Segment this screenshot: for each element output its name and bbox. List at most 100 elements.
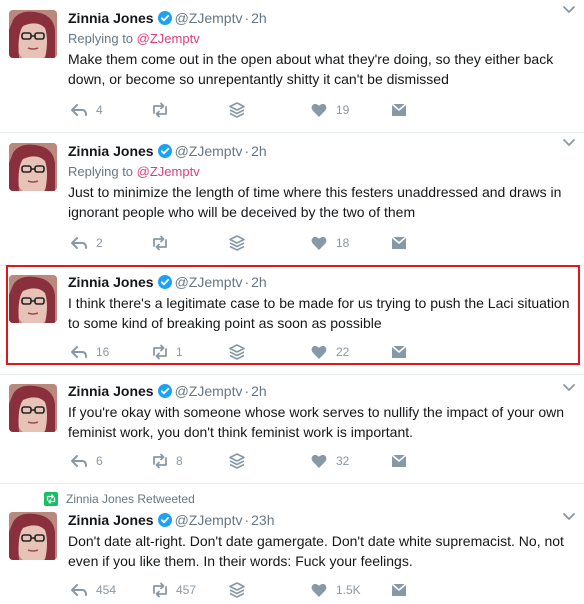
tweet-2[interactable]: Zinnia Jones @ZJemptv · 2h I think there's … [0, 266, 584, 375]
reply-count: 4 [96, 103, 103, 117]
envelope-icon [391, 345, 407, 359]
reply-button[interactable]: 454 [70, 580, 116, 600]
timestamp[interactable]: 23h [251, 512, 274, 528]
reply-button[interactable]: 16 [70, 342, 109, 362]
timestamp[interactable]: 2h [251, 383, 267, 399]
like-count: 19 [336, 103, 350, 117]
direct-message-button[interactable] [390, 342, 408, 362]
author-handle[interactable]: @ZJemptv [175, 143, 243, 159]
tweet-text: I think there's a legitimate case to be … [68, 295, 570, 331]
reply-button[interactable]: 6 [70, 451, 103, 471]
replying-to-link[interactable]: @ZJemptv [137, 164, 200, 179]
like-button[interactable]: 18 [310, 233, 349, 253]
verified-badge-icon [157, 275, 172, 289]
moments-button[interactable] [228, 342, 246, 362]
avatar[interactable] [9, 384, 57, 432]
verified-badge-icon [157, 513, 172, 527]
like-button[interactable]: 32 [310, 451, 349, 471]
author-handle[interactable]: @ZJemptv [175, 383, 243, 399]
direct-message-button[interactable] [390, 100, 408, 120]
retweet-button[interactable]: 8 [150, 451, 183, 471]
layers-icon [229, 453, 245, 469]
tweet-3[interactable]: Zinnia Jones @ZJemptv · 2h If you're okay w… [0, 375, 584, 484]
retweet-count: 1 [176, 345, 183, 359]
author-name[interactable]: Zinnia Jones [68, 143, 154, 159]
chevron-down-icon[interactable] [562, 3, 576, 17]
reply-icon [71, 104, 87, 116]
tweet-text: Don't date alt-right. Don't date gamerga… [68, 533, 564, 569]
like-button[interactable]: 22 [310, 342, 349, 362]
heart-icon [311, 454, 327, 468]
retweet-icon [153, 344, 167, 360]
retweet-icon [153, 235, 167, 251]
author-handle[interactable]: @ZJemptv [175, 512, 243, 528]
replying-to: Replying to @ZJemptv [68, 31, 576, 47]
avatar[interactable] [9, 10, 57, 58]
tweet-0[interactable]: Zinnia Jones @ZJemptv · 2h Replying to @ZJe… [0, 0, 584, 133]
verified-badge-icon [157, 144, 172, 158]
moments-button[interactable] [228, 580, 246, 600]
retweet-button[interactable]: 457 [150, 580, 196, 600]
retweet-count: 457 [176, 583, 197, 597]
direct-message-button[interactable] [390, 233, 408, 253]
direct-message-button[interactable] [390, 580, 408, 600]
direct-message-button[interactable] [390, 451, 408, 471]
layers-icon [229, 235, 245, 251]
envelope-icon [391, 103, 407, 117]
like-count: 18 [336, 236, 350, 250]
like-count: 1.5K [336, 583, 361, 597]
reply-count: 6 [96, 454, 103, 468]
avatar[interactable] [9, 512, 57, 560]
like-count: 22 [336, 345, 350, 359]
author-name[interactable]: Zinnia Jones [68, 383, 154, 399]
retweet-button[interactable] [150, 233, 176, 253]
tweet-4[interactable]: Zinnia Jones @ZJemptv · 23h Don't date alt-… [0, 484, 584, 604]
reply-button[interactable]: 4 [70, 100, 103, 120]
retweet-icon [153, 102, 167, 118]
like-button[interactable]: 1.5K [310, 580, 361, 600]
heart-icon [311, 345, 327, 359]
moments-button[interactable] [228, 233, 246, 253]
avatar[interactable] [9, 143, 57, 191]
separator-dot: · [244, 512, 250, 528]
reply-button[interactable]: 2 [70, 233, 103, 253]
author-handle[interactable]: @ZJemptv [175, 10, 243, 26]
timestamp[interactable]: 2h [251, 10, 267, 26]
retweet-button[interactable]: 1 [150, 342, 183, 362]
heart-icon [311, 583, 327, 597]
moments-button[interactable] [228, 100, 246, 120]
author-handle[interactable]: @ZJemptv [175, 274, 243, 290]
tweet-text: If you're okay with someone whose work s… [68, 404, 565, 440]
replying-to: Replying to @ZJemptv [68, 164, 576, 180]
tweet-1[interactable]: Zinnia Jones @ZJemptv · 2h Replying to @ZJe… [0, 133, 584, 266]
separator-dot: · [244, 383, 250, 399]
reply-icon [71, 237, 87, 249]
tweet-text: Make them come out in the open about wha… [68, 51, 554, 87]
tweet-text: Just to minimize the length of time wher… [68, 184, 562, 220]
retweet-icon [153, 453, 167, 469]
chevron-down-icon[interactable] [562, 136, 576, 150]
avatar[interactable] [9, 275, 57, 323]
separator-dot: · [244, 274, 250, 290]
author-name[interactable]: Zinnia Jones [68, 512, 154, 528]
retweet-count: 8 [176, 454, 183, 468]
layers-icon [229, 102, 245, 118]
verified-badge-icon [157, 11, 172, 25]
author-name[interactable]: Zinnia Jones [68, 10, 154, 26]
like-button[interactable]: 19 [310, 100, 349, 120]
heart-icon [311, 103, 327, 117]
reply-count: 2 [96, 236, 103, 250]
heart-icon [311, 236, 327, 250]
timestamp[interactable]: 2h [251, 274, 267, 290]
verified-badge-icon [157, 384, 172, 398]
retweet-button[interactable] [150, 100, 176, 120]
replying-to-link[interactable]: @ZJemptv [137, 31, 200, 46]
author-name[interactable]: Zinnia Jones [68, 274, 154, 290]
moments-button[interactable] [228, 451, 246, 471]
like-count: 32 [336, 454, 350, 468]
chevron-down-icon[interactable] [562, 381, 576, 395]
timestamp[interactable]: 2h [251, 143, 267, 159]
envelope-icon [391, 583, 407, 597]
chevron-down-icon[interactable] [562, 510, 576, 524]
envelope-icon [391, 236, 407, 250]
